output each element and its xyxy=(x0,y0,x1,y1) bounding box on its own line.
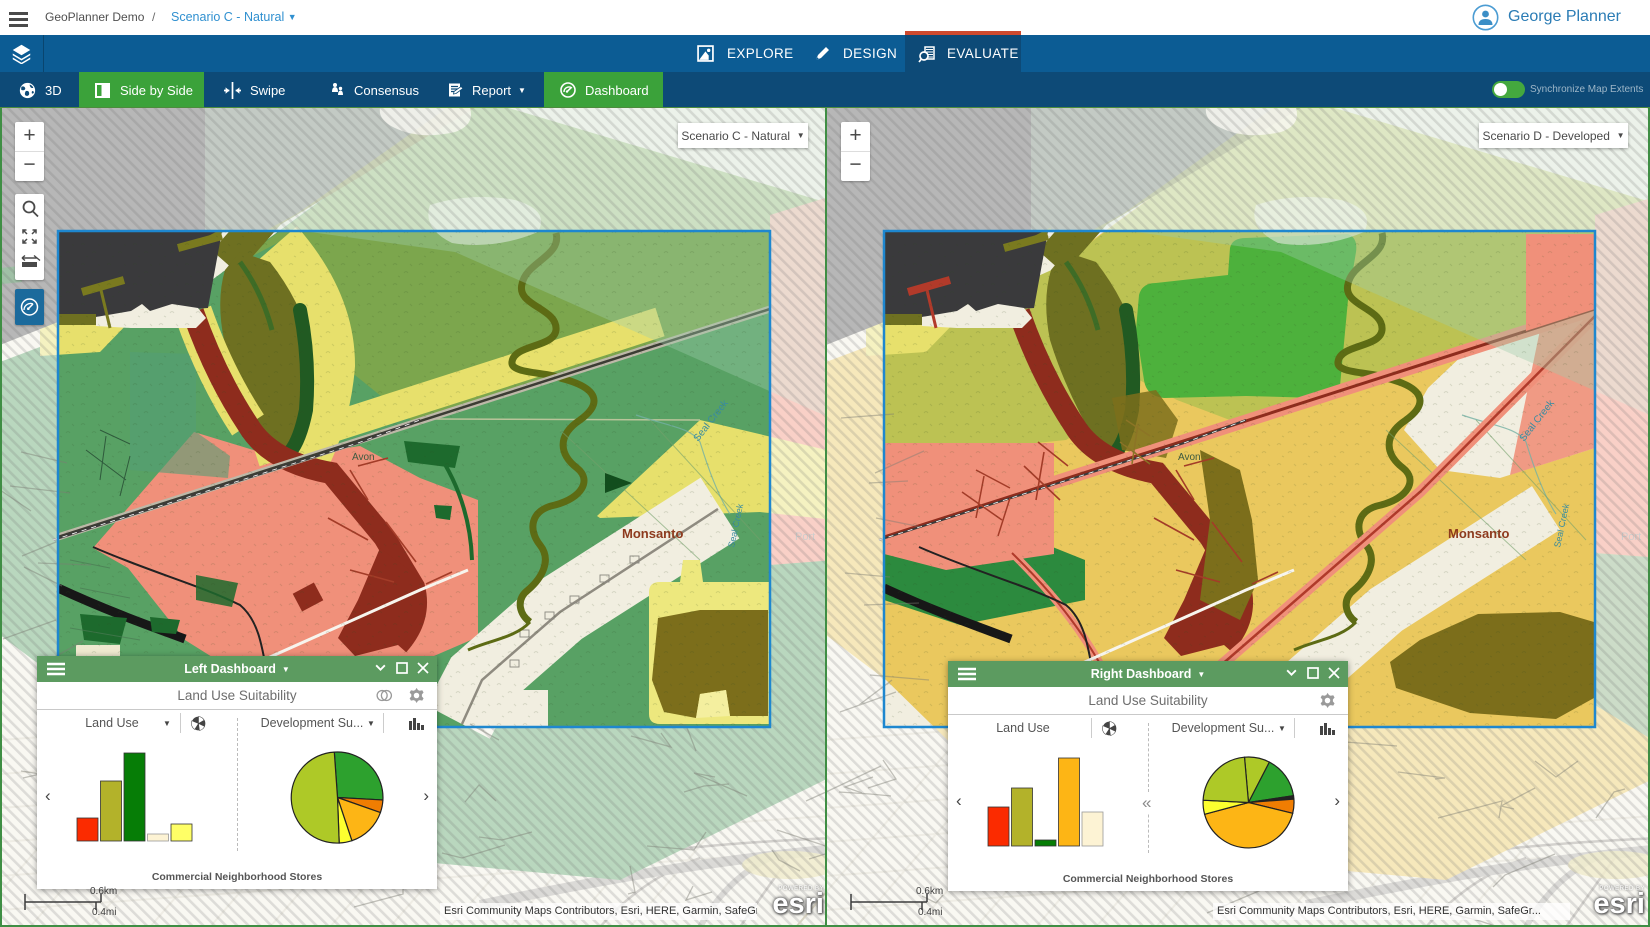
svg-text:0.4mi: 0.4mi xyxy=(92,907,116,918)
svg-text:0.6km: 0.6km xyxy=(916,886,943,897)
svg-text:0.4mi: 0.4mi xyxy=(918,907,942,918)
svg-text:0.6km: 0.6km xyxy=(90,886,117,897)
